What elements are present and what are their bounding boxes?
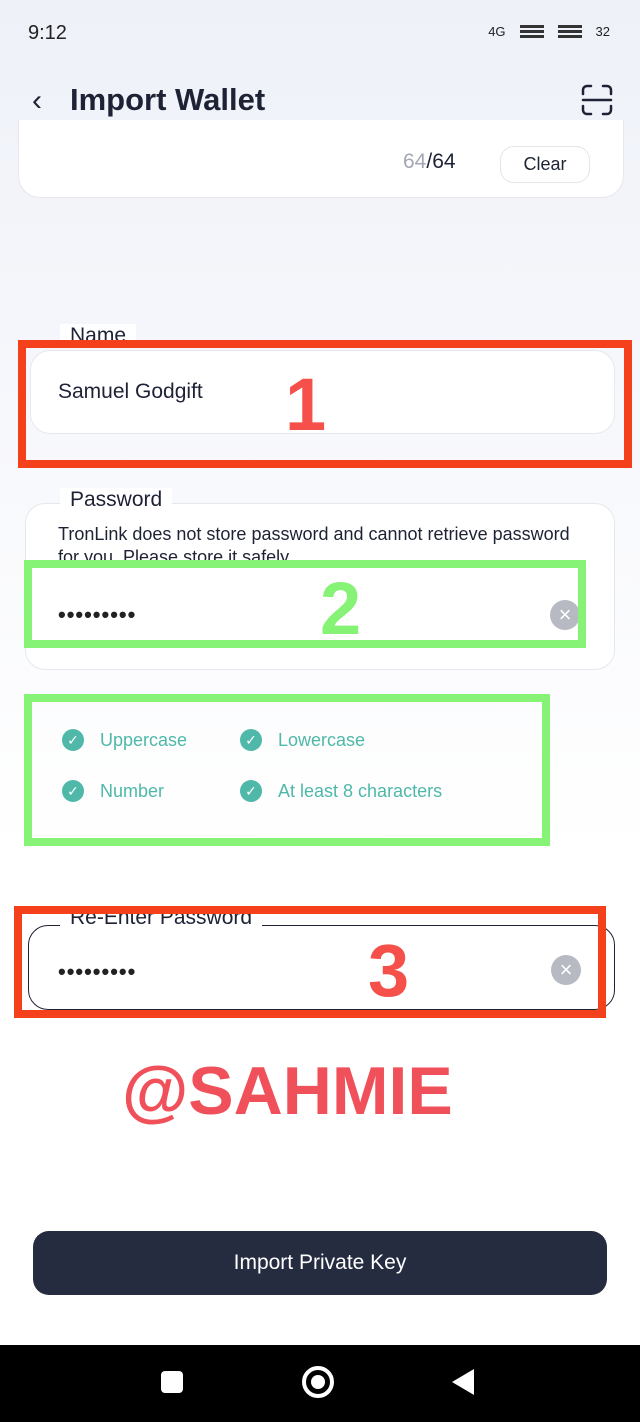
home-icon[interactable] — [302, 1366, 334, 1398]
navigation-bar — [0, 1345, 640, 1422]
chevron-left-icon: ‹ — [32, 84, 42, 117]
back-nav-icon[interactable] — [452, 1369, 474, 1395]
annotation-box-2 — [24, 560, 586, 648]
annotation-box-requirements — [24, 694, 550, 846]
status-time: 9:12 — [28, 22, 67, 44]
annotation-number-2: 2 — [320, 567, 362, 650]
wifi-icon — [557, 24, 582, 39]
annotation-number-1: 1 — [285, 363, 327, 446]
battery-level: 32 — [595, 24, 610, 39]
scan-icon[interactable] — [581, 84, 613, 116]
char-count: 64/64 — [403, 150, 456, 173]
annotation-number-3: 3 — [368, 929, 410, 1012]
page-title: Import Wallet — [70, 82, 266, 117]
status-icons: 4G 32 — [488, 24, 610, 39]
watermark: @SAHMIE — [122, 1053, 453, 1129]
signal-icon — [519, 24, 544, 39]
back-button[interactable]: ‹ — [32, 84, 42, 118]
annotation-box-3 — [14, 906, 606, 1018]
password-label: Password — [60, 488, 173, 512]
recents-icon[interactable] — [161, 1371, 183, 1393]
import-private-key-button[interactable]: Import Private Key — [33, 1231, 607, 1295]
network-label: 4G — [488, 24, 506, 39]
password-info: TronLink does not store password and can… — [58, 524, 570, 563]
clear-button[interactable]: Clear — [500, 146, 590, 183]
